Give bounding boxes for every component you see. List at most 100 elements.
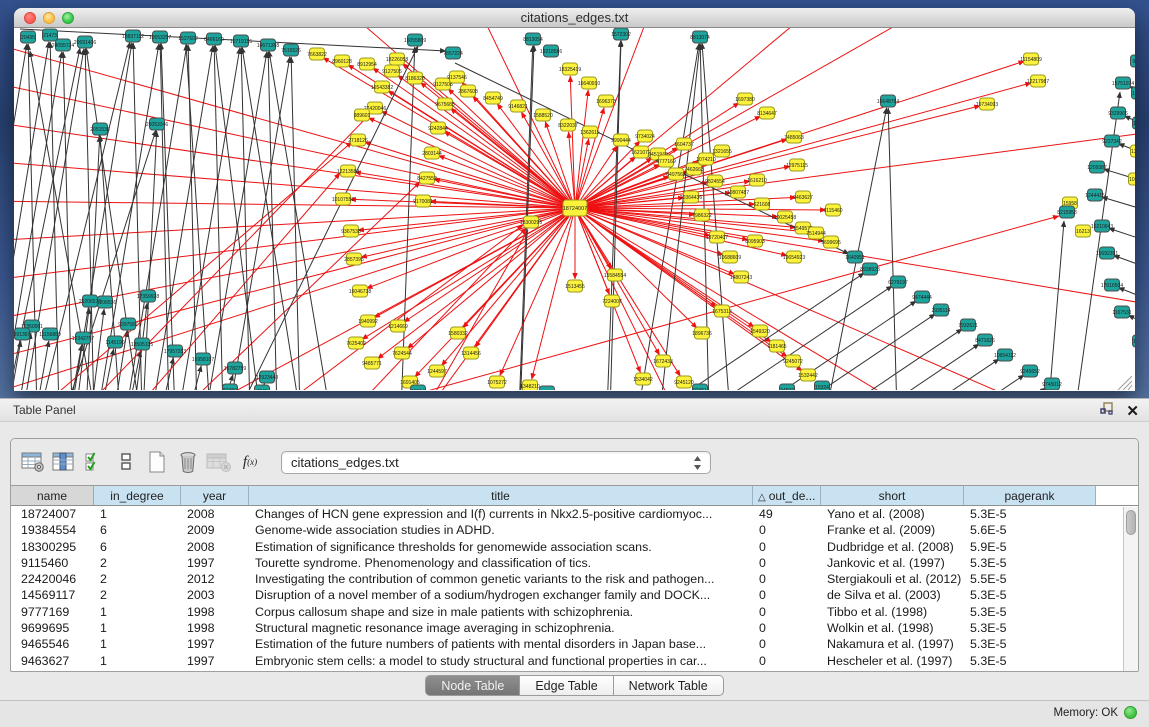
cell-year[interactable]: 2009: [181, 522, 249, 538]
cell-title[interactable]: Estimation of the future numbers of pati…: [249, 636, 753, 652]
network-canvas[interactable]: 2043521473240557242069140618837112106532…: [14, 28, 1135, 390]
cell-pagerank[interactable]: 5.9E-5: [964, 539, 1096, 555]
cell-name[interactable]: 9699695: [11, 620, 94, 636]
cell-in_degree[interactable]: 1: [94, 620, 181, 636]
cell-out_degree[interactable]: 49: [753, 506, 821, 522]
table-select-dropdown[interactable]: citations_edges.txt: [281, 451, 711, 474]
cell-out_degree[interactable]: 0: [753, 636, 821, 652]
new-column-icon[interactable]: [143, 449, 171, 475]
table-row[interactable]: 977716911998Corpus callosum shape and si…: [11, 604, 1138, 620]
cell-pagerank[interactable]: 5.5E-5: [964, 571, 1096, 587]
column-header-in_degree[interactable]: in_degree: [94, 486, 181, 505]
column-header-year[interactable]: year: [181, 486, 249, 505]
cell-out_degree[interactable]: 0: [753, 604, 821, 620]
cell-short[interactable]: Dudbridge et al. (2008): [821, 539, 964, 555]
table-mode-icon[interactable]: [19, 449, 47, 475]
cell-year[interactable]: 1997: [181, 555, 249, 571]
zoom-window-icon[interactable]: [62, 12, 74, 24]
cell-year[interactable]: 1998: [181, 604, 249, 620]
table-row[interactable]: 946362711997Embryonic stem cells: a mode…: [11, 653, 1138, 669]
cell-in_degree[interactable]: 2: [94, 587, 181, 603]
cell-year[interactable]: 1998: [181, 620, 249, 636]
cell-title[interactable]: Disruption of a novel member of a sodium…: [249, 587, 753, 603]
cell-title[interactable]: Tourette syndrome. Phenomenology and cla…: [249, 555, 753, 571]
close-icon[interactable]: ✕: [1126, 404, 1139, 419]
cell-year[interactable]: 2003: [181, 587, 249, 603]
cell-year[interactable]: 2008: [181, 506, 249, 522]
row-height-icon[interactable]: [112, 449, 140, 475]
minimize-window-icon[interactable]: [43, 12, 55, 24]
cell-pagerank[interactable]: 5.3E-5: [964, 587, 1096, 603]
table-header-row[interactable]: namein_degreeyeartitle△out_de...shortpag…: [11, 485, 1138, 506]
cell-in_degree[interactable]: 6: [94, 539, 181, 555]
tab-node-table[interactable]: Node Table: [425, 675, 520, 696]
cell-short[interactable]: Nakamura et al. (1997): [821, 636, 964, 652]
cell-pagerank[interactable]: 5.3E-5: [964, 636, 1096, 652]
table-row[interactable]: 969969511998Structural magnetic resonanc…: [11, 620, 1138, 636]
column-header-name[interactable]: name: [11, 486, 94, 505]
cell-short[interactable]: Hescheler et al. (1997): [821, 653, 964, 669]
show-column-icon[interactable]: [50, 449, 78, 475]
select-all-icon[interactable]: [81, 449, 109, 475]
cell-in_degree[interactable]: 1: [94, 636, 181, 652]
table-row[interactable]: 2242004622012Investigating the contribut…: [11, 571, 1138, 587]
column-header-pagerank[interactable]: pagerank: [964, 486, 1096, 505]
cell-out_degree[interactable]: 0: [753, 571, 821, 587]
table-row[interactable]: 911546021997Tourette syndrome. Phenomeno…: [11, 555, 1138, 571]
cell-short[interactable]: Jankovic et al. (1997): [821, 555, 964, 571]
table-row[interactable]: 1938455462009Genome-wide association stu…: [11, 522, 1138, 538]
column-header-title[interactable]: title: [249, 486, 753, 505]
cell-out_degree[interactable]: 0: [753, 620, 821, 636]
table-row[interactable]: 1830029562008Estimation of significance …: [11, 539, 1138, 555]
cell-title[interactable]: Corpus callosum shape and size in male p…: [249, 604, 753, 620]
cell-in_degree[interactable]: 1: [94, 604, 181, 620]
network-window[interactable]: citations_edges.txt 20435214732405572420…: [14, 8, 1135, 391]
cell-year[interactable]: 1997: [181, 653, 249, 669]
cell-title[interactable]: Structural magnetic resonance image aver…: [249, 620, 753, 636]
cell-title[interactable]: Embryonic stem cells: a model to study s…: [249, 653, 753, 669]
cell-pagerank[interactable]: 5.3E-5: [964, 555, 1096, 571]
cell-name[interactable]: 22420046: [11, 571, 94, 587]
cell-pagerank[interactable]: 5.3E-5: [964, 604, 1096, 620]
cell-in_degree[interactable]: 1: [94, 653, 181, 669]
delete-column-icon[interactable]: [174, 449, 202, 475]
cell-name[interactable]: 9115460: [11, 555, 94, 571]
cell-in_degree[interactable]: 2: [94, 555, 181, 571]
function-builder-icon[interactable]: f(x): [236, 449, 264, 475]
cell-name[interactable]: 14569117: [11, 587, 94, 603]
table-row[interactable]: 946554611997Estimation of the future num…: [11, 636, 1138, 652]
cell-short[interactable]: Yano et al. (2008): [821, 506, 964, 522]
cell-year[interactable]: 2012: [181, 571, 249, 587]
float-window-icon[interactable]: [1100, 402, 1114, 420]
cell-pagerank[interactable]: 5.3E-5: [964, 620, 1096, 636]
cell-name[interactable]: 19384554: [11, 522, 94, 538]
close-window-icon[interactable]: [24, 12, 36, 24]
tab-network-table[interactable]: Network Table: [614, 675, 724, 696]
table-row[interactable]: 1456911722003Disruption of a novel membe…: [11, 587, 1138, 603]
window-titlebar[interactable]: citations_edges.txt: [14, 8, 1135, 28]
cell-year[interactable]: 2008: [181, 539, 249, 555]
table-row[interactable]: 1872400712008Changes of HCN gene express…: [11, 506, 1138, 522]
cell-title[interactable]: Investigating the contribution of common…: [249, 571, 753, 587]
cell-in_degree[interactable]: 6: [94, 522, 181, 538]
table-scrollbar-thumb[interactable]: [1126, 510, 1136, 535]
cell-out_degree[interactable]: 0: [753, 653, 821, 669]
cell-name[interactable]: 18300295: [11, 539, 94, 555]
column-header-out_degree[interactable]: △out_de...: [753, 486, 821, 505]
cell-title[interactable]: Genome-wide association studies in ADHD.: [249, 522, 753, 538]
cell-out_degree[interactable]: 0: [753, 522, 821, 538]
cell-pagerank[interactable]: 5.6E-5: [964, 522, 1096, 538]
table-scrollbar[interactable]: [1123, 507, 1138, 672]
cell-short[interactable]: Franke et al. (2009): [821, 522, 964, 538]
cell-title[interactable]: Changes of HCN gene expression and I(f) …: [249, 506, 753, 522]
cell-short[interactable]: Wolkin et al. (1998): [821, 620, 964, 636]
cell-name[interactable]: 9463627: [11, 653, 94, 669]
cell-out_degree[interactable]: 0: [753, 555, 821, 571]
citation-network-graph[interactable]: 2043521473240557242069140618837112106532…: [14, 28, 1135, 390]
table-body[interactable]: 1872400712008Changes of HCN gene express…: [11, 506, 1138, 669]
cell-year[interactable]: 1997: [181, 636, 249, 652]
cell-out_degree[interactable]: 0: [753, 587, 821, 603]
cell-in_degree[interactable]: 2: [94, 571, 181, 587]
cell-pagerank[interactable]: 5.3E-5: [964, 653, 1096, 669]
cell-name[interactable]: 9465546: [11, 636, 94, 652]
